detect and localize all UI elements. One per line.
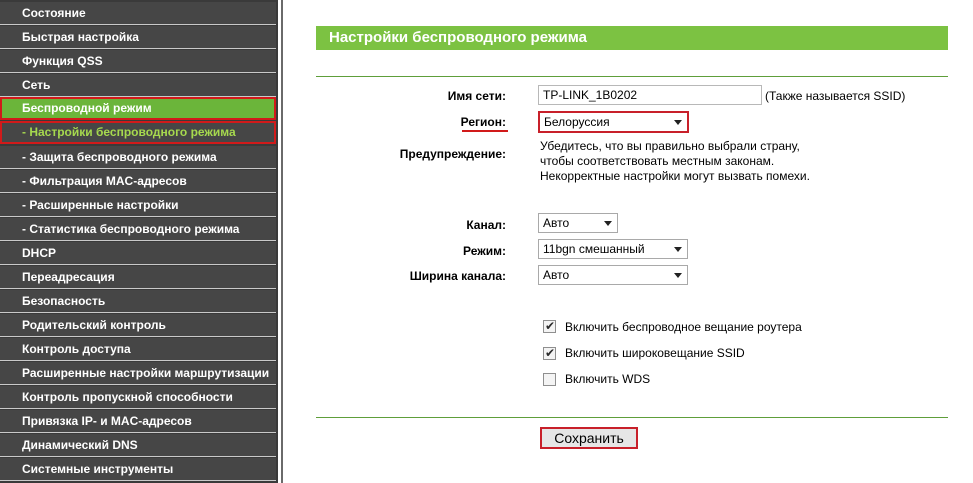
sidebar-item-wireless-advanced[interactable]: - Расширенные настройки (0, 194, 276, 217)
warning-label: Предупреждение: (399, 147, 506, 161)
sidebar-item-ddns[interactable]: Динамический DNS (0, 434, 276, 457)
sidebar-item-network[interactable]: Сеть (0, 74, 276, 97)
mode-select[interactable]: 11bgn смешанный (538, 239, 688, 259)
sidebar-divider (281, 0, 283, 483)
sidebar-item-dhcp[interactable]: DHCP (0, 242, 276, 265)
sidebar-item-quick-setup[interactable]: Быстрая настройка (0, 26, 276, 49)
region-label: Регион: (460, 115, 506, 129)
chevron-down-icon (674, 247, 682, 252)
sidebar-nav: Состояние Быстрая настройка Функция QSS … (0, 0, 278, 483)
channel-label: Канал: (466, 218, 506, 232)
sidebar-item-bandwidth-control[interactable]: Контроль пропускной способности (0, 386, 276, 409)
sidebar-item-wireless[interactable]: Беспроводной режим (0, 97, 276, 120)
channel-width-select[interactable]: Авто (538, 265, 688, 285)
wds-checkbox[interactable] (543, 373, 556, 386)
ssid-hint: (Также называется SSID) (765, 89, 906, 103)
checkmark-icon: ✔ (545, 319, 556, 333)
region-select-value: Белоруссия (544, 115, 610, 129)
sidebar-item-wireless-settings[interactable]: - Настройки беспроводного режима (0, 121, 276, 144)
enable-radio-checkbox[interactable]: ✔ (543, 319, 556, 333)
sidebar-item-parental-control[interactable]: Родительский контроль (0, 314, 276, 337)
chevron-down-icon (674, 273, 682, 278)
sidebar-item-security[interactable]: Безопасность (0, 290, 276, 313)
sidebar-item-wireless-statistics[interactable]: - Статистика беспроводного режима (0, 218, 276, 241)
bottom-divider (316, 417, 948, 418)
enable-radio-label: Включить беспроводное вещание роутера (565, 320, 802, 334)
channel-select-value: Авто (543, 216, 570, 230)
mode-label: Режим: (463, 244, 506, 258)
sidebar-item-system-tools[interactable]: Системные инструменты (0, 458, 276, 481)
sidebar-item-access-control[interactable]: Контроль доступа (0, 338, 276, 361)
region-select[interactable]: Белоруссия (538, 111, 689, 133)
ssid-broadcast-checkbox[interactable]: ✔ (543, 346, 556, 360)
checkmark-icon: ✔ (545, 346, 556, 360)
channel-width-label: Ширина канала: (409, 269, 506, 283)
region-label-underline (462, 130, 508, 132)
sidebar-item-ip-mac-binding[interactable]: Привязка IP- и MAC-адресов (0, 410, 276, 433)
channel-select[interactable]: Авто (538, 213, 618, 233)
sidebar-item-status[interactable]: Состояние (0, 2, 276, 25)
save-button[interactable]: Сохранить (540, 427, 638, 449)
ssid-input[interactable]: TP-LINK_1B0202 (538, 85, 762, 105)
sidebar-item-qss[interactable]: Функция QSS (0, 50, 276, 73)
warning-text-line-2: чтобы соответствовать местным законам. (540, 154, 775, 168)
warning-text-line-1: Убедитесь, что вы правильно выбрали стра… (540, 139, 800, 153)
sidebar-item-mac-filtering[interactable]: - Фильтрация MAC-адресов (0, 170, 276, 193)
ssid-label: Имя сети: (447, 89, 506, 103)
warning-text-line-3: Некорректные настройки могут вызвать пом… (540, 169, 810, 183)
chevron-down-icon (604, 221, 612, 226)
page-title: Настройки беспроводного режима (316, 26, 948, 50)
chevron-down-icon (674, 120, 682, 125)
sidebar-item-wireless-security[interactable]: - Защита беспроводного режима (0, 146, 276, 169)
ssid-broadcast-label: Включить широковещание SSID (565, 346, 745, 360)
sidebar-item-forwarding[interactable]: Переадресация (0, 266, 276, 289)
channel-width-select-value: Авто (543, 268, 570, 282)
top-divider (316, 76, 948, 77)
sidebar-item-advanced-routing[interactable]: Расширенные настройки маршрутизации (0, 362, 276, 385)
wds-label: Включить WDS (565, 372, 651, 386)
mode-select-value: 11bgn смешанный (543, 242, 645, 256)
